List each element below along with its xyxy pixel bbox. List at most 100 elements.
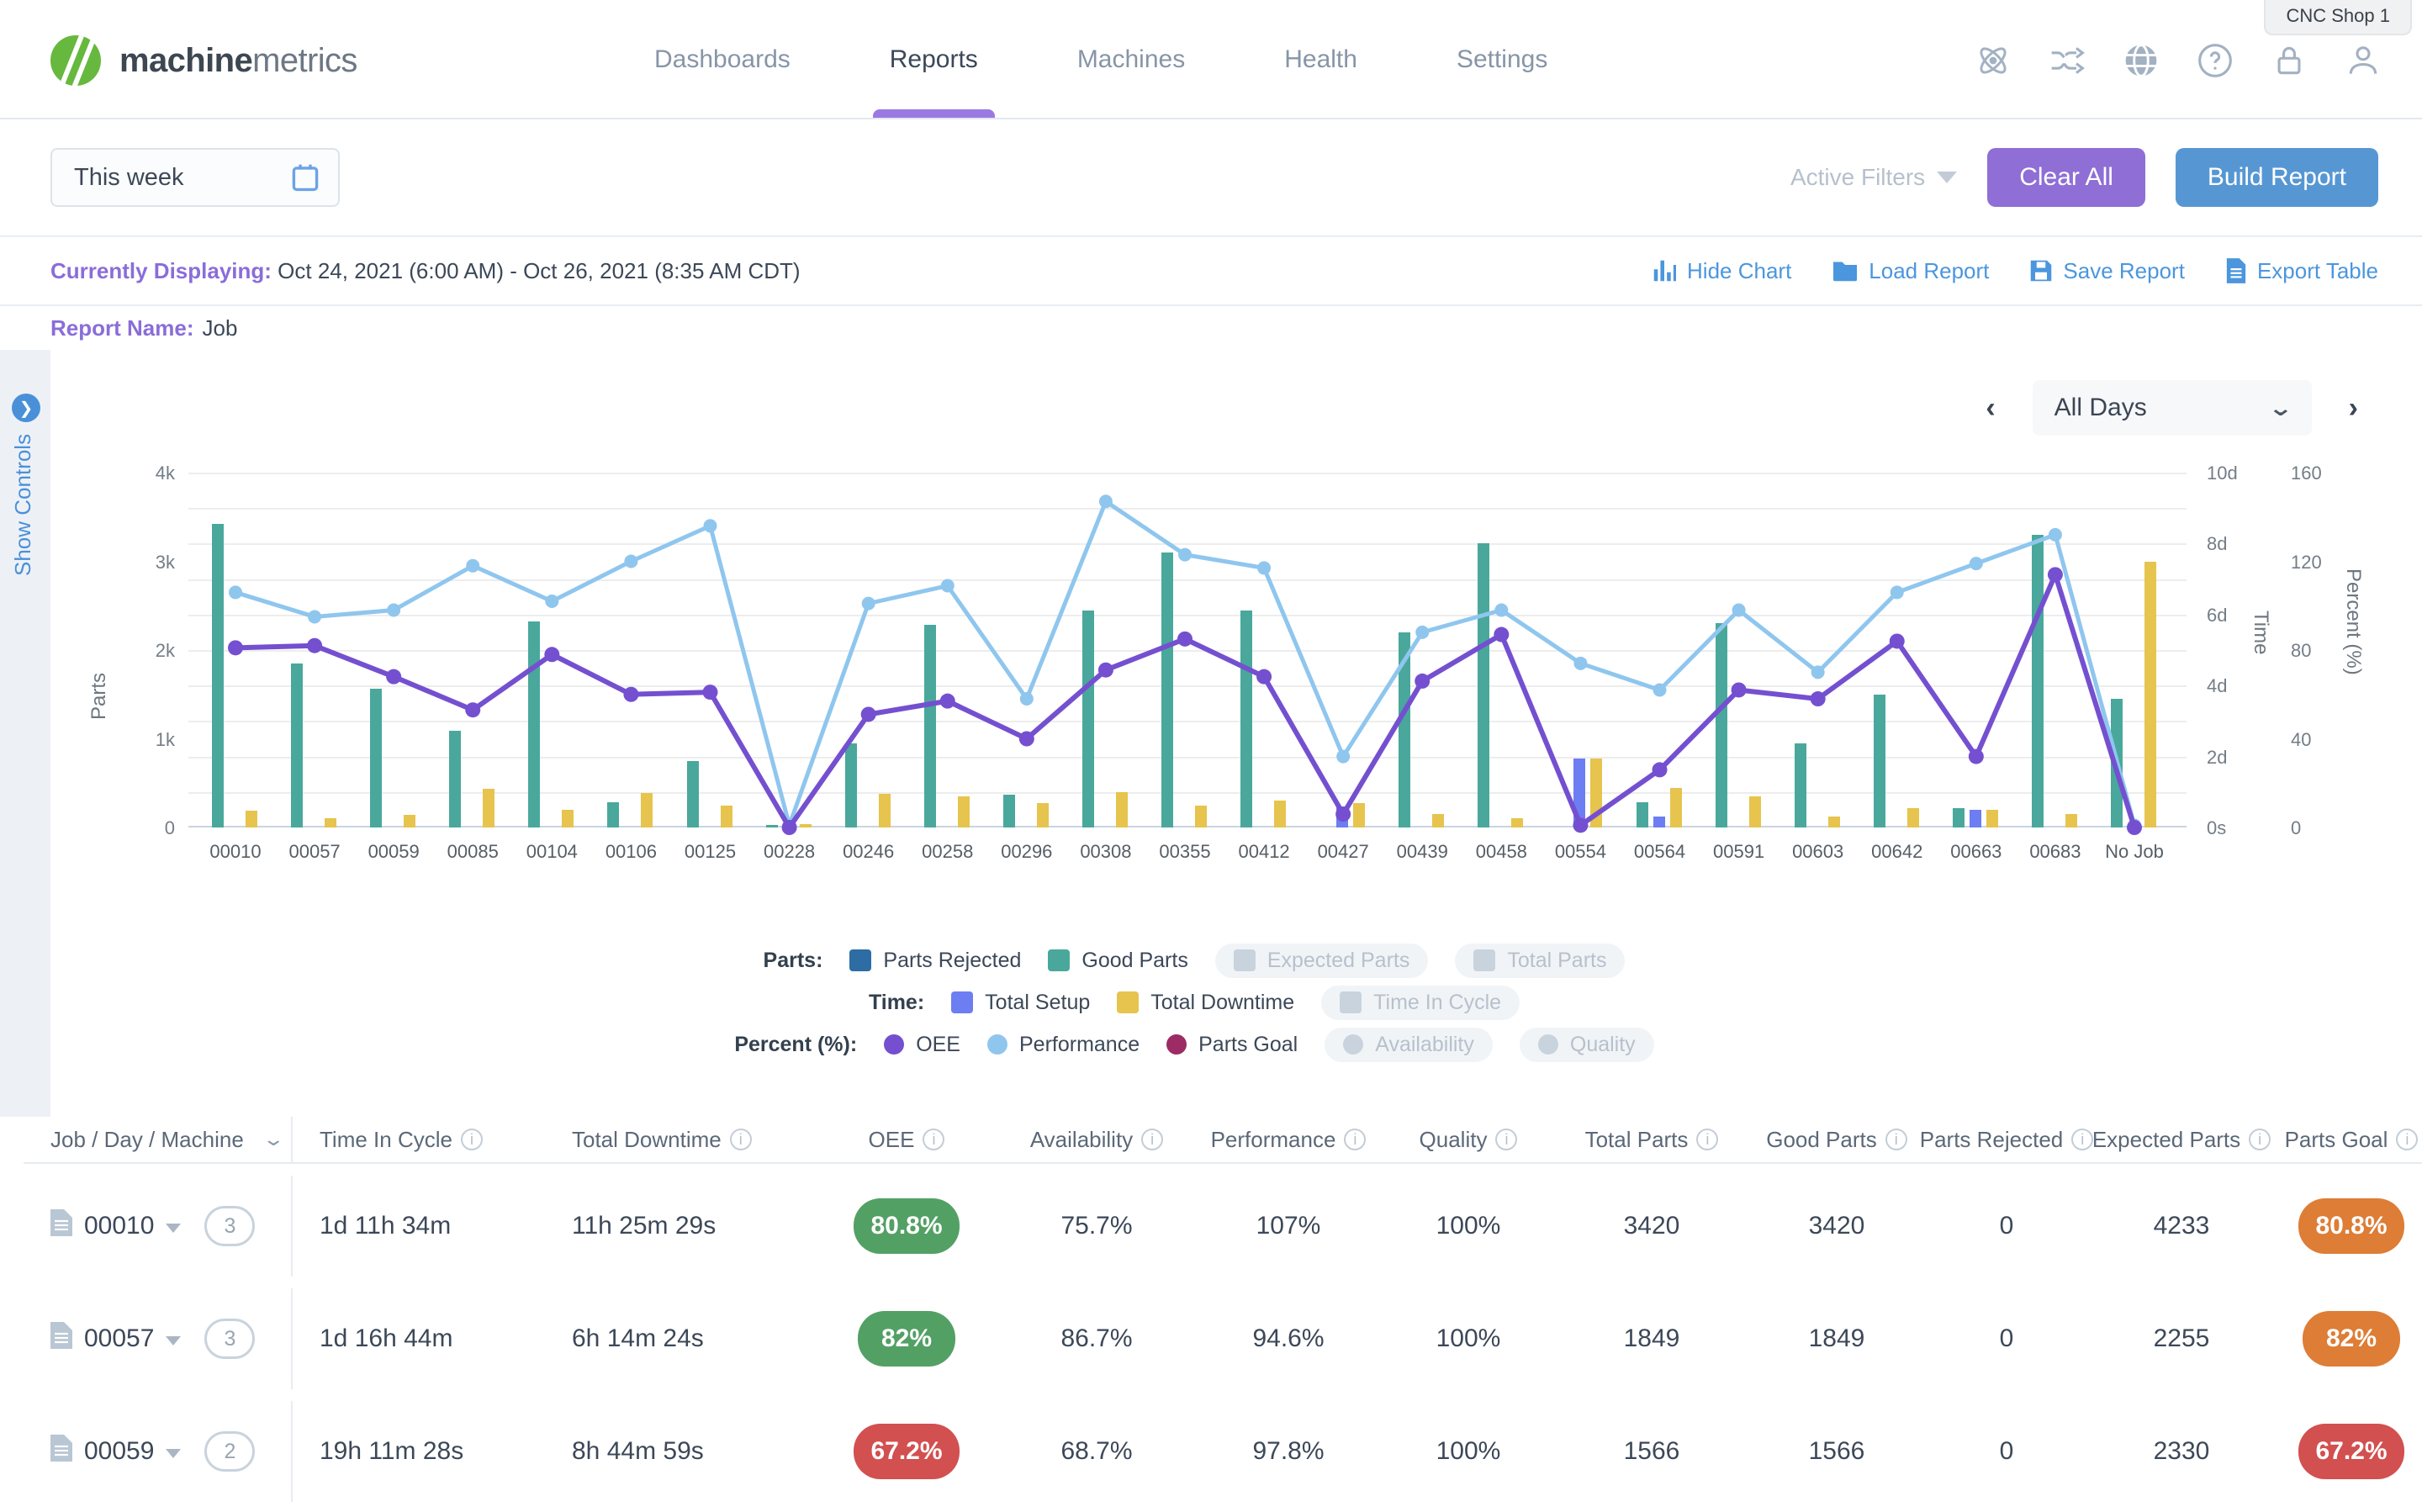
active-filters-dropdown[interactable]: Active Filters [1790, 164, 1958, 191]
point-oee[interactable] [1494, 626, 1510, 642]
column-header-parts-rejected[interactable]: Parts Rejected i [1920, 1127, 2094, 1153]
legend-item-good-parts[interactable]: Good Parts [1048, 949, 1188, 973]
info-icon[interactable]: i [1141, 1129, 1164, 1150]
prev-day-arrow[interactable]: ‹ [1986, 392, 1995, 425]
info-icon[interactable]: i [1696, 1129, 1719, 1150]
legend-item-total-downtime[interactable]: Total Downtime [1117, 991, 1294, 1015]
point-performance[interactable] [308, 610, 322, 624]
info-icon[interactable]: i [729, 1129, 752, 1150]
column-header-total-downtime[interactable]: Total Downtime i [545, 1127, 814, 1153]
help-icon[interactable] [2197, 42, 2234, 79]
nav-item-settings[interactable]: Settings [1446, 2, 1557, 118]
show-controls-toggle[interactable]: Show Controls [10, 434, 40, 753]
point-performance[interactable] [1573, 656, 1588, 670]
user-icon[interactable] [2345, 42, 2382, 79]
table-row-job-00059[interactable]: 00059 2 19h 11m 28s 8h 44m 59s 67.2% 68.7% 97.… [24, 1401, 2422, 1502]
point-oee[interactable] [1177, 631, 1192, 647]
column-header-job-day-machine[interactable]: Job / Day / Machine ⌄ [24, 1117, 293, 1162]
point-performance[interactable] [387, 603, 401, 617]
point-performance[interactable] [861, 596, 875, 611]
workspace-tab[interactable]: CNC Shop 1 [2264, 0, 2412, 35]
point-performance[interactable] [1178, 547, 1192, 562]
point-oee[interactable] [386, 669, 402, 685]
point-oee[interactable] [307, 637, 323, 653]
point-performance[interactable] [229, 585, 242, 600]
point-oee[interactable] [228, 640, 243, 656]
column-header-good-parts[interactable]: Good Parts i [1749, 1127, 1924, 1153]
info-icon[interactable]: i [1495, 1129, 1518, 1150]
point-oee[interactable] [1097, 662, 1113, 678]
point-performance[interactable] [466, 558, 480, 573]
point-oee[interactable] [702, 685, 718, 700]
expand-job-caret-icon[interactable] [166, 1335, 182, 1345]
point-oee[interactable] [1652, 762, 1668, 778]
info-icon[interactable]: i [1344, 1129, 1367, 1150]
point-oee[interactable] [1335, 806, 1351, 822]
point-oee[interactable] [1018, 731, 1034, 747]
point-oee[interactable] [1573, 817, 1589, 833]
expand-job-caret-icon[interactable] [166, 1223, 182, 1233]
legend-item-oee[interactable]: OEE [884, 1033, 960, 1057]
legend-item-quality[interactable]: Quality [1519, 1027, 1654, 1062]
point-oee[interactable] [2047, 567, 2063, 583]
point-performance[interactable] [1890, 585, 1904, 600]
point-oee[interactable] [1256, 669, 1272, 685]
machine-count-badge[interactable]: 3 [204, 1319, 256, 1359]
point-performance[interactable] [1336, 749, 1351, 764]
nav-item-machines[interactable]: Machines [1067, 2, 1195, 118]
clear-all-button[interactable]: Clear All [1987, 148, 2145, 207]
date-range-picker[interactable]: This week [50, 148, 340, 207]
column-header-oee[interactable]: OEE i [814, 1127, 999, 1153]
point-oee[interactable] [465, 702, 481, 718]
point-oee[interactable] [544, 647, 560, 663]
day-selector-dropdown[interactable]: All Days ⌄ [2032, 380, 2312, 436]
point-oee[interactable] [1731, 682, 1747, 698]
legend-item-parts-goal[interactable]: Parts Goal [1166, 1033, 1298, 1057]
point-oee[interactable] [1415, 673, 1430, 689]
point-oee[interactable] [623, 686, 639, 702]
table-row-job-00057[interactable]: 00057 3 1d 16h 44m 6h 14m 24s 82% 86.7% 94.6% 1… [24, 1288, 2422, 1389]
legend-item-total-setup[interactable]: Total Setup [951, 991, 1090, 1015]
shuffle-icon[interactable] [2049, 42, 2086, 79]
info-icon[interactable]: i [460, 1129, 483, 1150]
column-header-time-in-cycle[interactable]: Time In Cycle i [293, 1127, 545, 1153]
nav-item-health[interactable]: Health [1274, 2, 1367, 118]
point-oee[interactable] [1968, 748, 1984, 764]
point-oee[interactable] [860, 706, 876, 722]
expand-job-caret-icon[interactable] [166, 1448, 182, 1458]
point-performance[interactable] [1415, 625, 1430, 639]
build-report-button[interactable]: Build Report [2175, 148, 2378, 207]
machine-count-badge[interactable]: 2 [204, 1431, 256, 1472]
save-report-link[interactable]: Save Report [2029, 258, 2185, 284]
point-performance[interactable] [624, 554, 638, 568]
legend-item-total-parts[interactable]: Total Parts [1455, 943, 1626, 978]
legend-item-expected-parts[interactable]: Expected Parts [1214, 943, 1429, 978]
legend-item-time-in-cycle[interactable]: Time In Cycle [1321, 985, 1520, 1020]
combo-chart-plot[interactable] [188, 473, 2187, 835]
info-icon[interactable]: i [923, 1129, 945, 1150]
next-day-arrow[interactable]: › [2349, 392, 2358, 425]
point-performance[interactable] [703, 519, 717, 533]
point-oee[interactable] [781, 820, 797, 835]
point-oee[interactable] [1889, 633, 1905, 649]
column-header-performance[interactable]: Performance i [1194, 1127, 1383, 1153]
load-report-link[interactable]: Load Report [1832, 258, 1989, 284]
info-icon[interactable]: i [1885, 1129, 1907, 1150]
globe-icon[interactable] [2123, 42, 2160, 79]
column-header-total-parts[interactable]: Total Parts i [1554, 1127, 1749, 1153]
expand-controls-icon[interactable]: ❯ [12, 394, 40, 422]
point-performance[interactable] [545, 594, 559, 608]
machine-count-badge[interactable]: 3 [204, 1206, 256, 1246]
point-performance[interactable] [1969, 557, 1983, 571]
info-icon[interactable]: i [2396, 1129, 2419, 1150]
point-oee[interactable] [1810, 691, 1826, 707]
machinemetrics-logo[interactable]: machinemetrics [47, 32, 357, 89]
nav-item-reports[interactable]: Reports [872, 2, 994, 118]
legend-item-parts-rejected[interactable]: Parts Rejected [849, 949, 1021, 973]
point-performance[interactable] [1494, 603, 1509, 617]
point-performance[interactable] [1732, 603, 1746, 617]
column-header-parts-goal[interactable]: Parts Goal i [2274, 1127, 2422, 1153]
lock-icon[interactable] [2271, 42, 2308, 79]
point-performance[interactable] [1811, 665, 1825, 679]
point-performance[interactable] [1019, 692, 1034, 706]
